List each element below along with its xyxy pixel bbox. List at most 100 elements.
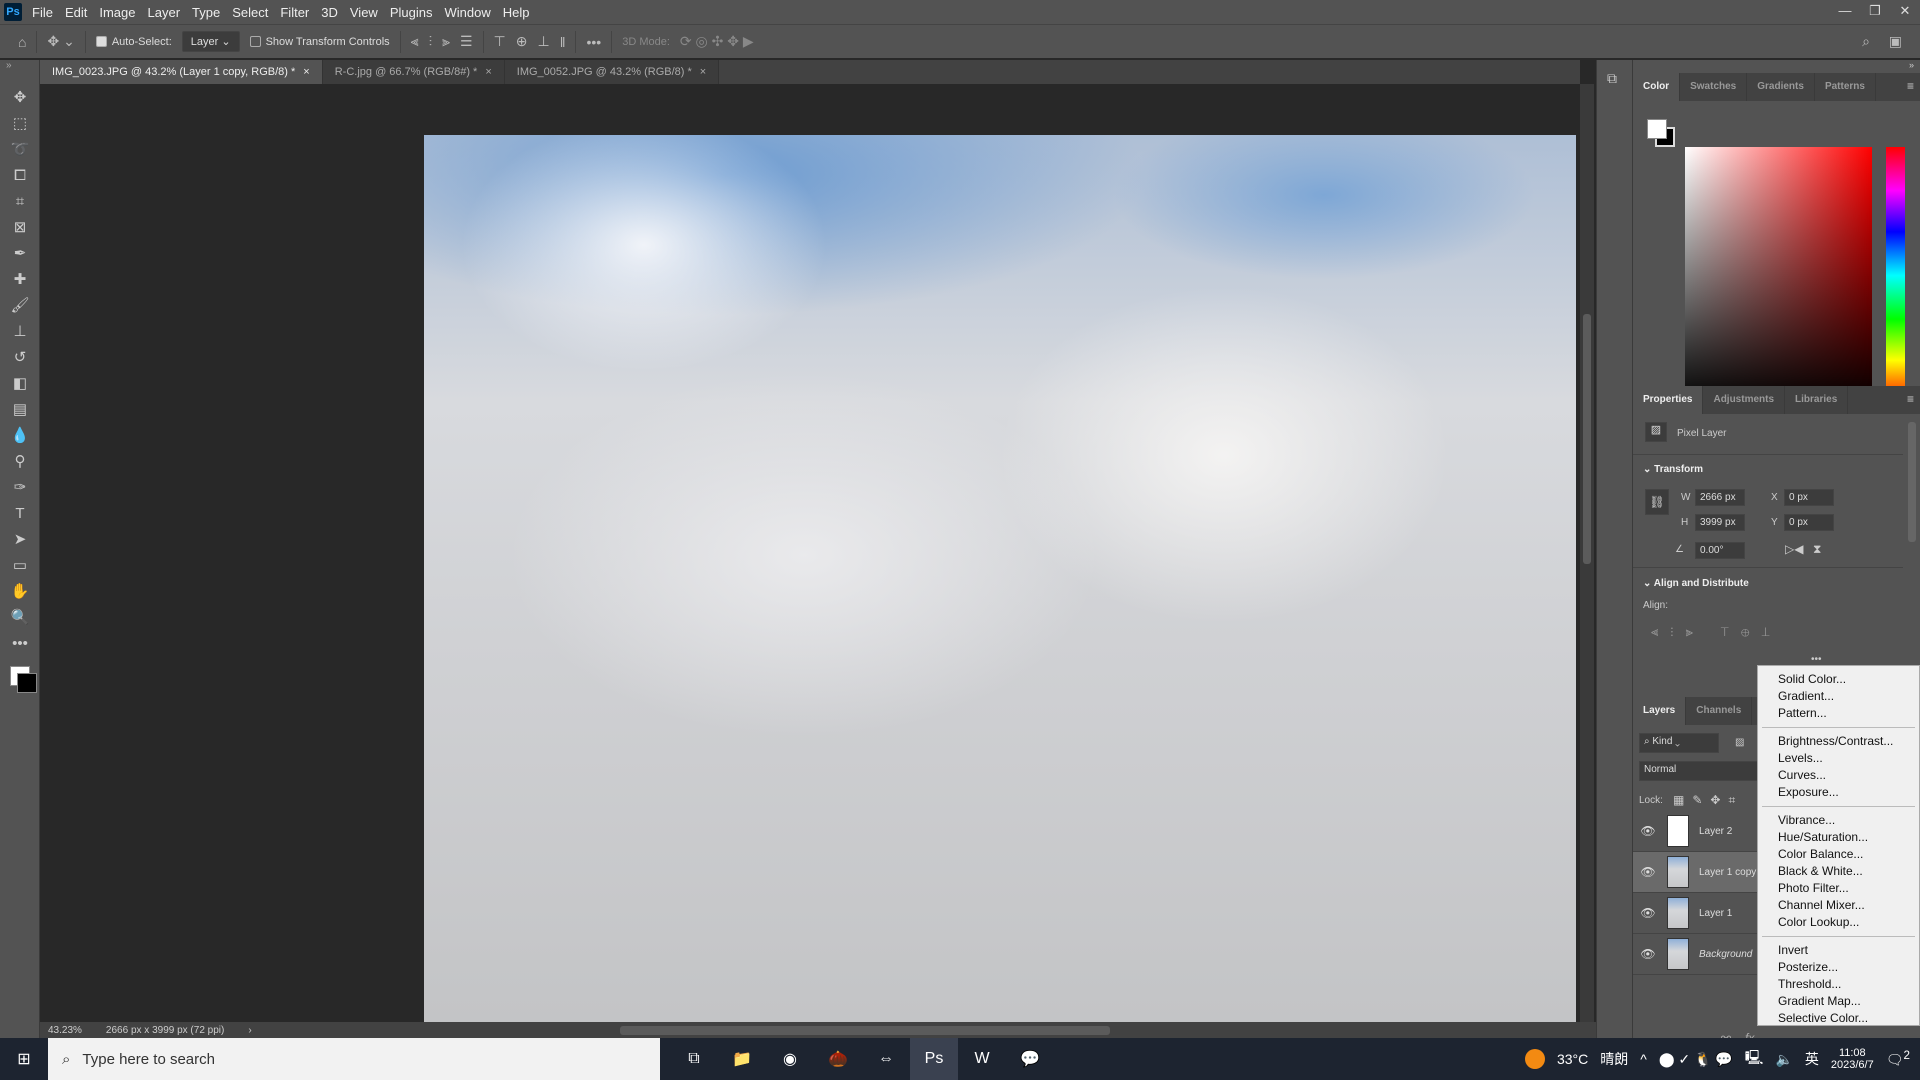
menu-item-gradient-map[interactable]: Gradient Map... bbox=[1758, 993, 1919, 1010]
menu-layer[interactable]: Layer bbox=[148, 5, 181, 20]
hue-slider[interactable] bbox=[1886, 147, 1905, 404]
pen-tool-icon[interactable]: ✑ bbox=[0, 474, 40, 500]
more-options-button[interactable]: ••• bbox=[586, 34, 601, 50]
collapse-icon[interactable]: » bbox=[0, 60, 39, 84]
home-icon[interactable]: ⌂ bbox=[18, 34, 26, 50]
history-icon[interactable]: ⧉ bbox=[1597, 60, 1632, 87]
eyedropper-tool-icon[interactable]: ✒ bbox=[0, 240, 40, 266]
path-select-tool-icon[interactable]: ➤ bbox=[0, 526, 40, 552]
visibility-eye-icon[interactable]: 👁 bbox=[1633, 906, 1663, 920]
layer-row[interactable]: 👁 Layer 1 copy bbox=[1633, 852, 1763, 893]
horizontal-scrollbar-thumb[interactable] bbox=[620, 1026, 1110, 1035]
menu-item-channel-mixer[interactable]: Channel Mixer... bbox=[1758, 897, 1919, 914]
menu-file[interactable]: File bbox=[32, 5, 53, 20]
align-buttons-icons[interactable]: ⫷⫶⫸ ⊤⊕⊥ bbox=[1651, 624, 1782, 640]
link-icon[interactable]: ⛓ bbox=[1645, 489, 1669, 515]
ime-indicator[interactable]: 英 bbox=[1805, 1049, 1819, 1069]
visibility-eye-icon[interactable]: 👁 bbox=[1633, 947, 1663, 961]
move-tool-icon[interactable]: ✥ ⌄ bbox=[47, 33, 74, 50]
layer-row[interactable]: 👁 Layer 2 bbox=[1633, 811, 1763, 852]
wechat-icon[interactable]: 💬 bbox=[1006, 1038, 1054, 1080]
menu-item-levels[interactable]: Levels... bbox=[1758, 750, 1919, 767]
document-tab[interactable]: IMG_0052.JPG @ 43.2% (RGB/8) * × bbox=[504, 60, 720, 84]
taskbar-search[interactable]: ⌕ Type here to search bbox=[48, 1038, 660, 1080]
word-icon[interactable]: W bbox=[958, 1038, 1006, 1080]
file-explorer-icon[interactable]: 📁 bbox=[718, 1038, 766, 1080]
chevron-right-icon[interactable]: › bbox=[248, 1025, 251, 1036]
acorn-icon[interactable]: 🌰 bbox=[814, 1038, 862, 1080]
move-tool-icon[interactable]: ✥ bbox=[0, 84, 40, 110]
x-field[interactable]: 0 px bbox=[1784, 489, 1834, 506]
flip-horizontal-icon[interactable]: ▷◀ bbox=[1785, 542, 1803, 556]
angle-field[interactable]: 0.00° bbox=[1695, 542, 1745, 559]
crop-tool-icon[interactable]: ⌗ bbox=[0, 188, 40, 214]
color-picker-field[interactable] bbox=[1685, 147, 1872, 404]
layer-row[interactable]: 👁 Background bbox=[1633, 934, 1763, 975]
panel-menu-icon[interactable]: ≡ bbox=[1907, 392, 1914, 406]
panel-menu-icon[interactable]: ≡ bbox=[1907, 79, 1914, 93]
zoom-tool-icon[interactable]: 🔍 bbox=[0, 604, 40, 630]
tray-apps-icons[interactable]: ⬤ ✓ 🐧 💬 bbox=[1659, 1051, 1733, 1068]
blur-tool-icon[interactable]: 💧 bbox=[0, 422, 40, 448]
menu-filter[interactable]: Filter bbox=[280, 5, 309, 20]
menu-help[interactable]: Help bbox=[503, 5, 530, 20]
transform-section-toggle[interactable]: ⌄ Transform bbox=[1643, 464, 1703, 475]
blend-mode-dropdown[interactable]: Normal bbox=[1639, 761, 1769, 781]
menu-item-posterize[interactable]: Posterize... bbox=[1758, 959, 1919, 976]
menu-select[interactable]: Select bbox=[232, 5, 268, 20]
visibility-eye-icon[interactable]: 👁 bbox=[1633, 824, 1663, 838]
menu-item-color-balance[interactable]: Color Balance... bbox=[1758, 846, 1919, 863]
close-tab-icon[interactable]: × bbox=[303, 66, 309, 78]
tab-properties[interactable]: Properties bbox=[1633, 386, 1704, 414]
vertical-scrollbar[interactable] bbox=[1580, 84, 1594, 1022]
close-button[interactable]: ✕ bbox=[1890, 0, 1920, 24]
search-icon[interactable]: ⌕ bbox=[1862, 33, 1870, 50]
tab-patterns[interactable]: Patterns bbox=[1815, 73, 1876, 101]
lasso-tool-icon[interactable]: ➰ bbox=[0, 136, 40, 162]
align-center-icon[interactable]: ⫶ bbox=[429, 33, 433, 50]
menu-edit[interactable]: Edit bbox=[65, 5, 87, 20]
tab-layers[interactable]: Layers bbox=[1633, 697, 1687, 725]
menu-item-color-lookup[interactable]: Color Lookup... bbox=[1758, 914, 1919, 931]
close-tab-icon[interactable]: × bbox=[700, 66, 706, 78]
background-color-swatch[interactable] bbox=[17, 673, 37, 693]
show-transform-controls-checkbox[interactable]: Show Transform Controls bbox=[249, 36, 390, 48]
rectangle-tool-icon[interactable]: ▭ bbox=[0, 552, 40, 578]
tab-swatches[interactable]: Swatches bbox=[1680, 73, 1748, 101]
history-brush-tool-icon[interactable]: ↺ bbox=[0, 344, 40, 370]
width-field[interactable]: 2666 px bbox=[1695, 489, 1745, 506]
clock[interactable]: 11:08 2023/6/7 bbox=[1831, 1047, 1874, 1071]
task-view-icon[interactable]: ⧉ bbox=[670, 1038, 718, 1080]
network-icon[interactable]: 🖳 bbox=[1745, 1047, 1764, 1071]
menu-item-gradient[interactable]: Gradient... bbox=[1758, 688, 1919, 705]
stamp-tool-icon[interactable]: ⊥ bbox=[0, 318, 40, 344]
menu-item-photo-filter[interactable]: Photo Filter... bbox=[1758, 880, 1919, 897]
menu-item-vibrance[interactable]: Vibrance... bbox=[1758, 812, 1919, 829]
healing-tool-icon[interactable]: ✚ bbox=[0, 266, 40, 292]
distribute-horizontal-icon[interactable]: ‖ bbox=[560, 34, 566, 50]
tab-gradients[interactable]: Gradients bbox=[1747, 73, 1815, 101]
tab-adjustments[interactable]: Adjustments bbox=[1703, 386, 1786, 414]
layer-row[interactable]: 👁 Layer 1 bbox=[1633, 893, 1763, 934]
volume-icon[interactable]: 🔈 bbox=[1775, 1051, 1792, 1068]
color-swatches[interactable] bbox=[0, 656, 39, 706]
height-field[interactable]: 3999 px bbox=[1695, 514, 1745, 531]
chrome-icon[interactable]: ◉ bbox=[766, 1038, 814, 1080]
layer-filter-dropdown[interactable]: ⌕ Kind ⌄ bbox=[1639, 733, 1719, 753]
close-tab-icon[interactable]: × bbox=[485, 66, 491, 78]
dodge-tool-icon[interactable]: ⚲ bbox=[0, 448, 40, 474]
lock-icons[interactable]: ▦✎✥⌗ bbox=[1673, 793, 1743, 808]
align-top-icon[interactable]: ⊤ bbox=[494, 33, 506, 50]
document-tab[interactable]: IMG_0023.JPG @ 43.2% (Layer 1 copy, RGB/… bbox=[40, 60, 323, 84]
y-field[interactable]: 0 px bbox=[1784, 514, 1834, 531]
hand-tool-icon[interactable]: ✋ bbox=[0, 578, 40, 604]
tab-color[interactable]: Color bbox=[1633, 73, 1681, 101]
auto-select-target-dropdown[interactable]: Layer ⌄ bbox=[181, 31, 240, 52]
teamviewer-icon[interactable]: ⇔ bbox=[862, 1038, 910, 1080]
menu-view[interactable]: View bbox=[350, 5, 378, 20]
zoom-level[interactable]: 43.23% bbox=[48, 1025, 82, 1036]
object-select-tool-icon[interactable]: ⧠ bbox=[0, 162, 40, 188]
menu-type[interactable]: Type bbox=[192, 5, 220, 20]
weather-desc[interactable]: 晴朗 bbox=[1600, 1049, 1628, 1069]
distribute-icon[interactable]: ☰ bbox=[460, 33, 473, 50]
